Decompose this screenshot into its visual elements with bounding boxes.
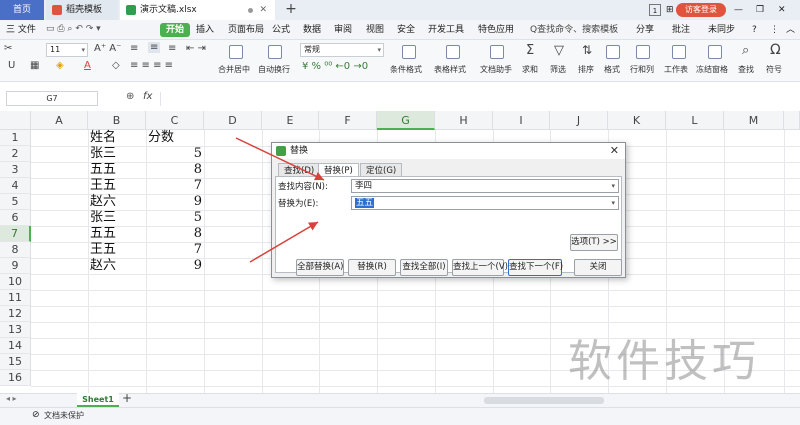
arrow-to-replace-input — [249, 221, 319, 263]
arrow-to-find-input — [235, 137, 325, 181]
watermark: 软件技巧 — [568, 336, 760, 387]
